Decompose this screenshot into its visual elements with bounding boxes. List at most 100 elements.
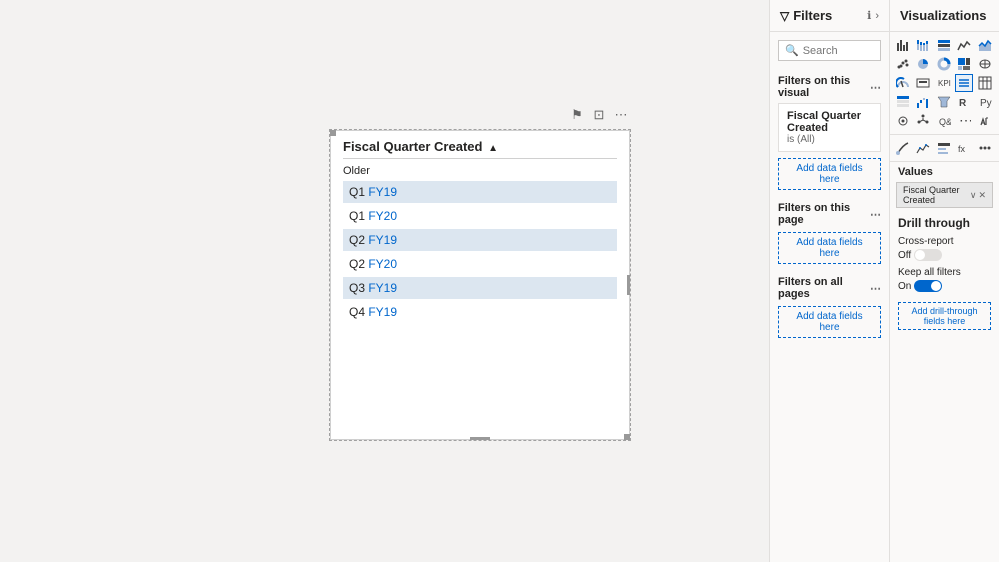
viz-icon-python[interactable]: Py: [976, 93, 994, 111]
filter-section-allpages: Filters on all pages ⋯ Add data fields h…: [770, 270, 889, 344]
add-data-page-button[interactable]: Add data fields here: [778, 232, 881, 264]
slicer-item[interactable]: Q2 FY20: [343, 253, 617, 275]
filter-section-visual: Filters on this visual ⋯ Fiscal Quarter …: [770, 69, 889, 196]
keep-filters-toggle[interactable]: On: [898, 280, 991, 292]
sort-indicator[interactable]: ▲: [488, 143, 498, 154]
cross-report-toggle-track[interactable]: [914, 249, 942, 261]
viz-icon-table[interactable]: [976, 74, 994, 92]
viz-format-analytics[interactable]: [914, 139, 932, 157]
viz-icon-format[interactable]: [976, 112, 994, 130]
viz-icon-donut[interactable]: [935, 55, 953, 73]
visual-content: Fiscal Quarter Created ▲ Older Q1 FY19 Q…: [331, 131, 629, 439]
chip-remove-icon[interactable]: ✕: [978, 190, 986, 201]
viz-panel-header: Visualizations: [890, 0, 999, 32]
viz-icon-line[interactable]: [955, 36, 973, 54]
chip-label: Fiscal Quarter Created: [903, 185, 970, 205]
viz-format-extra[interactable]: [976, 139, 994, 157]
viz-icon-kpi[interactable]: KPI: [935, 74, 953, 92]
more-toolbar-icon[interactable]: ⋯: [613, 107, 629, 123]
viz-icon-map[interactable]: [976, 55, 994, 73]
viz-icon-r-visual[interactable]: R: [955, 93, 973, 111]
visual-title: Fiscal Quarter Created ▲: [343, 139, 617, 159]
viz-format-paint[interactable]: [894, 139, 912, 157]
filter-section-page-header: Filters on this page ⋯: [778, 202, 881, 226]
slicer-item[interactable]: Q3 FY19: [343, 277, 617, 299]
resize-handle-corner[interactable]: [624, 434, 630, 440]
viz-icon-decomp[interactable]: [914, 112, 932, 130]
slicer-item[interactable]: Q2 FY19: [343, 229, 617, 251]
slicer-item[interactable]: Q1 FY19: [343, 181, 617, 203]
filter-card-value: is (All): [787, 134, 872, 145]
filters-expand-icon[interactable]: ›: [875, 10, 879, 22]
viz-icon-card[interactable]: [914, 74, 932, 92]
viz-format-grid: fx: [890, 135, 999, 162]
viz-icon-stacked-bar[interactable]: [914, 36, 932, 54]
filter-section-allpages-header: Filters on all pages ⋯: [778, 276, 881, 300]
search-input[interactable]: [803, 45, 874, 57]
item-suffix: FY20: [368, 257, 397, 271]
filter-section-allpages-label: Filters on all pages: [778, 276, 870, 300]
visual-widget: ⚑ ⊡ ⋯ Fiscal Quarter Created ▲ Older Q1 …: [330, 130, 630, 440]
item-prefix: Q4: [349, 305, 368, 319]
filter-toolbar-icon[interactable]: ⚑: [569, 107, 585, 123]
viz-icon-qa[interactable]: Q&A: [935, 112, 953, 130]
focus-toolbar-icon[interactable]: ⊡: [591, 107, 607, 123]
item-prefix: Q2: [349, 233, 368, 247]
viz-format-conditional[interactable]: fx: [955, 139, 973, 157]
item-prefix: Q3: [349, 281, 368, 295]
cross-report-toggle[interactable]: Off: [898, 249, 991, 261]
drill-keep-filters-label: Keep all filters: [898, 267, 961, 278]
viz-icon-100-bar[interactable]: [935, 36, 953, 54]
filter-section-page: Filters on this page ⋯ Add data fields h…: [770, 196, 889, 270]
resize-handle-topleft[interactable]: [330, 130, 336, 136]
viz-icon-scatter[interactable]: [894, 55, 912, 73]
add-drill-button[interactable]: Add drill-through fields here: [898, 302, 991, 330]
viz-panel: Visualizations: [889, 0, 999, 562]
visual-title-text: Fiscal Quarter Created: [343, 139, 482, 154]
filter-search-box[interactable]: 🔍: [778, 40, 881, 61]
slicer-item[interactable]: Q4 FY19: [343, 301, 617, 323]
filter-section-page-more[interactable]: ⋯: [870, 208, 881, 221]
svg-text:KPI: KPI: [938, 79, 951, 88]
keep-filters-toggle-knob: [931, 281, 941, 291]
filter-card-fiscal[interactable]: Fiscal Quarter Created is (All): [778, 103, 881, 152]
viz-icon-slicer[interactable]: [955, 74, 973, 92]
viz-icon-pie[interactable]: [914, 55, 932, 73]
filter-section-visual-more[interactable]: ⋯: [870, 81, 881, 94]
viz-icon-gauge[interactable]: [894, 74, 912, 92]
svg-text:Py: Py: [980, 98, 992, 109]
drill-cross-report-row: Cross-report: [898, 236, 991, 247]
add-data-allpages-button[interactable]: Add data fields here: [778, 306, 881, 338]
filter-section-allpages-more[interactable]: ⋯: [870, 282, 881, 295]
svg-text:R: R: [959, 98, 967, 109]
filter-funnel-icon: ▽: [780, 9, 789, 23]
filters-title: ▽ Filters: [780, 8, 832, 23]
item-prefix: Q2: [349, 257, 368, 271]
viz-icon-treemap[interactable]: [955, 55, 973, 73]
drill-cross-report-label: Cross-report: [898, 236, 954, 247]
visual-toolbar: ⚑ ⊡ ⋯: [569, 107, 629, 123]
keep-filters-toggle-track[interactable]: [914, 280, 942, 292]
viz-icon-waterfall[interactable]: [914, 93, 932, 111]
chip-expand-icon[interactable]: ∨: [970, 190, 977, 201]
viz-field-chip[interactable]: Fiscal Quarter Created ∨ ✕: [896, 182, 993, 208]
item-suffix: FY19: [368, 185, 397, 199]
viz-icon-more[interactable]: ⋯: [955, 112, 973, 130]
svg-text:Q&A: Q&A: [939, 117, 951, 127]
viz-icon-ai[interactable]: [894, 112, 912, 130]
resize-handle-right[interactable]: [627, 275, 630, 295]
viz-icon-matrix[interactable]: [894, 93, 912, 111]
filters-info-icon[interactable]: ℹ: [867, 9, 871, 22]
add-data-visual-button[interactable]: Add data fields here: [778, 158, 881, 190]
viz-icon-area[interactable]: [976, 36, 994, 54]
filter-section-visual-header: Filters on this visual ⋯: [778, 75, 881, 99]
resize-handle-bottom[interactable]: [470, 437, 490, 440]
viz-format-fields[interactable]: [935, 139, 953, 157]
svg-text:⋯: ⋯: [959, 114, 971, 128]
viz-icons-grid: KPI R Py Q&A: [890, 32, 999, 135]
slicer-item[interactable]: Q1 FY20: [343, 205, 617, 227]
viz-icon-bar[interactable]: [894, 36, 912, 54]
item-prefix: Q1: [349, 209, 368, 223]
viz-icon-funnel[interactable]: [935, 93, 953, 111]
filter-section-visual-label: Filters on this visual: [778, 75, 870, 99]
